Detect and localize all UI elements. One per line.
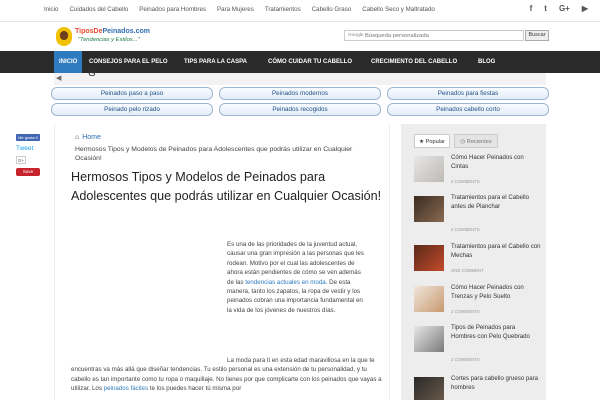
top-link-graso[interactable]: Cabello Graso	[312, 6, 352, 13]
facebook-like-button[interactable]: Me gusta 0	[16, 134, 40, 141]
sidebar-post[interactable]: Tratamientos para el Cabello con Mechas …	[414, 243, 541, 279]
post-thumbnail[interactable]	[414, 377, 444, 400]
pill-corto[interactable]: Peinados cabello corto	[387, 103, 549, 116]
tab-popular-icon: ★	[419, 139, 426, 145]
sidebar-post[interactable]: Cortes para cabello grueso para hombres	[414, 375, 539, 400]
pill-modernos[interactable]: Peinados modernos	[219, 87, 381, 100]
link-tendencias[interactable]: tendencias actuales en moda	[245, 279, 326, 286]
logo-title[interactable]: TiposDePeinados.com	[75, 28, 150, 35]
post-thumbnail[interactable]	[414, 286, 444, 312]
nav-item-blog[interactable]: Blog	[478, 51, 495, 73]
post-thumbnail[interactable]	[414, 196, 444, 222]
sidebar: ★ Popular ◷ Recientes Cómo Hacer Peinado…	[401, 124, 546, 400]
tab-popular[interactable]: ★ Popular	[414, 134, 450, 148]
nav-item-caspa[interactable]: Tips para la caspa	[184, 51, 247, 73]
post-title[interactable]: Cómo Hacer Peinados con Cintas	[451, 154, 541, 172]
post-comments: one comment	[451, 268, 484, 273]
top-bar: Inicio Cuidados del Cabello Peinados par…	[0, 0, 600, 22]
breadcrumb-home[interactable]: Home	[82, 134, 101, 141]
nav-item-crecimiento[interactable]: Crecimiento del cabello	[371, 51, 457, 73]
post-title[interactable]: Cortes para cabello grueso para hombres	[451, 375, 541, 393]
sidebar-post[interactable]: Tratamientos para el Cabello antes de Pl…	[414, 194, 541, 232]
top-link-tratamientos[interactable]: Tratamientos	[265, 6, 301, 13]
post-thumbnail[interactable]	[414, 326, 444, 352]
tab-recientes[interactable]: ◷ Recientes	[454, 134, 498, 148]
social-icons: f t G+ ▶	[530, 4, 588, 13]
pill-paso-a-paso[interactable]: Peinados paso a paso	[51, 87, 213, 100]
post-title[interactable]: Tratamientos para el Cabello con Mechas	[451, 243, 541, 261]
article-paragraph-1: Es una de las prioridades de la juventud…	[227, 241, 364, 314]
site-header: TiposDePeinados.com "Tendencias y Estilo…	[0, 22, 600, 51]
page-title: Hermosos Tipos y Modelos de Peinados par…	[71, 170, 382, 203]
google-label: Google	[348, 33, 364, 38]
post-comments: 2 comments	[451, 309, 480, 314]
post-title[interactable]: Cómo Hacer Peinados con Trenzas y Pelo S…	[451, 284, 541, 302]
sidebar-tabs: ★ Popular ◷ Recientes	[414, 134, 534, 148]
article-paragraph-2: La moda para ti en esta edad maravillosa…	[71, 357, 382, 393]
twitter-icon[interactable]: t	[544, 4, 547, 13]
pill-recogidos[interactable]: Peinados recogidos	[219, 103, 381, 116]
share-column: Me gusta 0 Tweet G+ Save	[16, 134, 40, 176]
breadcrumb-current: Hermosos Tipos y Modelos de Peinados par…	[75, 146, 353, 163]
nav-item-consejos[interactable]: Consejos para el pelo	[89, 51, 168, 73]
pill-fiestas[interactable]: Peinados para fiestas	[387, 87, 549, 100]
article-image	[71, 242, 221, 347]
top-link-inicio[interactable]: Inicio	[44, 6, 58, 13]
breadcrumb: ⌂ Home	[75, 134, 101, 141]
top-links: Inicio Cuidados del Cabello Peinados par…	[44, 6, 446, 13]
top-link-cuidados[interactable]: Cuidados del Cabello	[69, 6, 128, 13]
post-comments: 2 comments	[451, 357, 480, 362]
post-title[interactable]: Tipos de Peinados para Hombres con Pelo …	[451, 324, 541, 342]
post-thumbnail[interactable]	[414, 156, 444, 182]
logo-icon[interactable]	[56, 27, 72, 46]
tweet-button[interactable]: Tweet	[16, 145, 40, 152]
home-icon: ⌂	[75, 134, 80, 141]
sidebar-post[interactable]: Cómo Hacer Peinados con Cintas 2 comment…	[414, 154, 539, 190]
page: Inicio Cuidados del Cabello Peinados par…	[0, 0, 600, 400]
google-plus-icon[interactable]: G+	[559, 4, 570, 13]
pill-rizado[interactable]: Peinado pelo rizado	[51, 103, 213, 116]
ad-arrow-icon[interactable]: ◀	[56, 74, 61, 82]
article: ⌂ Home Hermosos Tipos y Modelos de Peinad…	[54, 124, 390, 400]
search-button[interactable]: Buscar	[525, 30, 549, 41]
ad-google-icon: G	[88, 68, 96, 79]
sidebar-post[interactable]: Tipos de Peinados para Hombres con Pelo …	[414, 324, 541, 362]
google-plus-button[interactable]: G+	[16, 156, 26, 164]
logo-tagline: "Tendencias y Estilos..."	[78, 37, 140, 43]
pinterest-save-button[interactable]: Save	[16, 168, 40, 176]
facebook-icon[interactable]: f	[530, 4, 533, 13]
post-comments: 2 comments	[451, 179, 480, 184]
ad-strip: ◀ G	[54, 68, 546, 85]
post-title[interactable]: Tratamientos para el Cabello antes de Pl…	[451, 194, 541, 212]
top-link-seco[interactable]: Cabello Seco y Maltratado	[362, 6, 435, 13]
top-link-mujeres[interactable]: Para Mujeres	[217, 6, 254, 13]
nav-item-inicio[interactable]: Inicio	[54, 51, 83, 73]
post-comments: 2 comments	[451, 227, 480, 232]
search-box: Google	[344, 30, 524, 41]
post-thumbnail[interactable]	[414, 245, 444, 271]
search-input[interactable]	[365, 32, 519, 40]
nav-item-cuidar[interactable]: Cómo cuidar tu cabello	[268, 51, 352, 73]
top-link-hombres[interactable]: Peinados para Hombres	[139, 6, 206, 13]
link-peinados-faciles[interactable]: peinados fáciles	[104, 385, 148, 392]
youtube-icon[interactable]: ▶	[582, 4, 588, 13]
sidebar-post[interactable]: Cómo Hacer Peinados con Trenzas y Pelo S…	[414, 284, 539, 320]
